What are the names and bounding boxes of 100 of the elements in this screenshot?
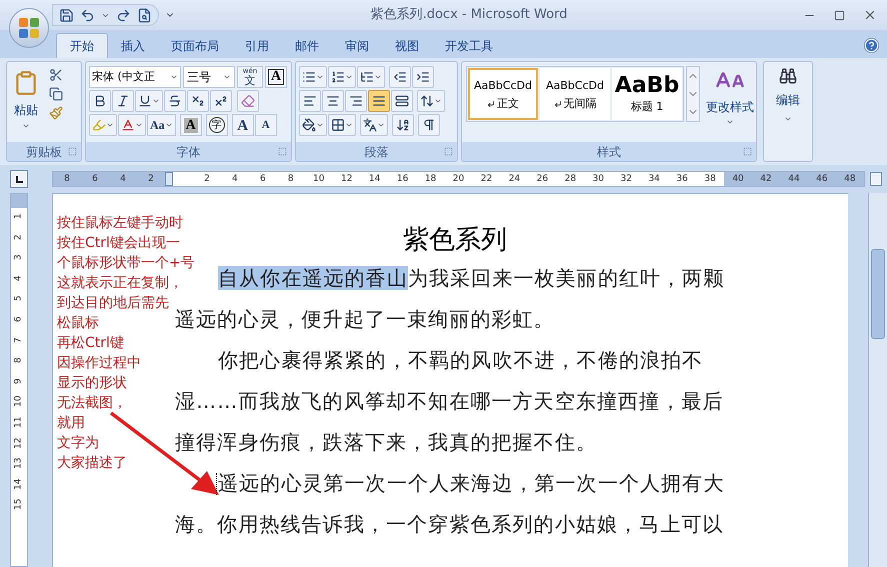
strikethrough-button[interactable] [164, 90, 186, 112]
eraser-icon [241, 94, 255, 108]
font-color-button[interactable] [118, 114, 146, 136]
help-icon[interactable] [864, 38, 879, 53]
dialog-launcher-icon[interactable] [278, 147, 287, 156]
dialog-launcher-icon[interactable] [68, 147, 77, 156]
dialog-launcher-icon[interactable] [444, 147, 453, 156]
caret-icon [22, 122, 30, 130]
enclose-characters-button[interactable]: 字 [206, 114, 228, 136]
format-painter-icon[interactable] [49, 106, 63, 120]
grow-font-button[interactable]: A [232, 114, 254, 136]
decrease-indent-button[interactable] [389, 66, 411, 88]
vertical-scrollbar[interactable] [868, 193, 887, 567]
subscript-button[interactable] [187, 90, 209, 112]
dialog-launcher-icon[interactable] [743, 147, 752, 156]
caret-icon [434, 97, 442, 105]
sort-button[interactable] [392, 114, 414, 136]
style-gallery-item[interactable]: AaBbCcDd 正文 [468, 68, 538, 120]
indent-marker[interactable] [165, 172, 173, 186]
line-spacing-button[interactable] [417, 90, 445, 112]
character-border-button[interactable]: A [265, 66, 287, 88]
caret-icon [164, 121, 173, 129]
annotation-line: 再松Ctrl键 [57, 334, 124, 353]
redo-icon[interactable] [116, 8, 131, 22]
ribbon-tab[interactable]: 审阅 [332, 33, 382, 58]
ruler-number: 32 [620, 173, 633, 186]
office-logo-icon [18, 17, 40, 39]
group-label: 段落 [364, 144, 388, 160]
numbering-button[interactable] [328, 66, 356, 88]
asian-layout-icon [363, 118, 377, 132]
ribbon-tab[interactable]: 插入 [108, 33, 158, 58]
scrollbar-thumb[interactable] [871, 249, 885, 339]
copy-icon[interactable] [49, 87, 63, 101]
subscript-icon [191, 94, 205, 108]
ribbon-tab[interactable]: 开发工具 [432, 33, 506, 58]
ruler-number: 2 [147, 173, 155, 186]
borders-button[interactable] [328, 114, 356, 136]
group-label: 字体 [176, 144, 200, 160]
ribbon-tab[interactable]: 引用 [232, 33, 282, 58]
font-name-dropdown[interactable]: 宋体 (中文正 [89, 66, 181, 88]
show-marks-button[interactable] [418, 114, 440, 136]
window-title: 紫色系列.docx - Microsoft Word [370, 6, 568, 24]
line-spacing-icon [420, 94, 434, 108]
bold-button[interactable] [89, 90, 111, 112]
ribbon-tab[interactable]: 邮件 [282, 33, 332, 58]
italic-button[interactable] [112, 90, 134, 112]
bullets-button[interactable] [299, 66, 327, 88]
alignment-button[interactable] [322, 90, 344, 112]
ruler-number: 46 [808, 172, 836, 186]
alignment-button[interactable] [299, 90, 321, 112]
alignment-button[interactable] [391, 90, 413, 112]
increase-indent-icon [416, 70, 430, 84]
close-icon[interactable] [863, 8, 877, 22]
caret-icon [170, 73, 178, 81]
view-ruler-icon[interactable] [870, 172, 882, 186]
editing-button[interactable]: 编辑 [764, 62, 812, 123]
print-preview-icon[interactable] [137, 8, 152, 22]
character-shading-button[interactable]: A [180, 114, 202, 136]
font-size-dropdown[interactable]: 三号 [183, 66, 235, 88]
undo-icon[interactable] [80, 8, 95, 22]
style-gallery-item[interactable]: AaBbCcDd 无间隔 [540, 68, 610, 120]
style-gallery-item[interactable]: AaBb 标题 1 [612, 68, 682, 120]
underline-button[interactable] [135, 90, 163, 112]
left-tab-icon [16, 176, 22, 182]
annotation-line: 文字为 [57, 434, 99, 453]
annotation-line: 按住Ctrl键会出现一 [57, 234, 180, 253]
tab-selector[interactable] [10, 170, 28, 188]
ruler-number: 18 [424, 173, 438, 186]
ruler-number: 8 [12, 356, 24, 366]
maximize-icon[interactable] [834, 10, 845, 20]
alignment-button[interactable] [368, 90, 390, 112]
document-title: 紫色系列 [402, 224, 508, 257]
cut-icon[interactable] [49, 68, 63, 82]
shading-button[interactable] [299, 114, 327, 136]
ribbon-tab[interactable]: 页面布局 [158, 33, 232, 58]
clear-formatting-button[interactable] [237, 90, 259, 112]
ribbon-tab[interactable]: 视图 [382, 33, 432, 58]
increase-indent-button[interactable] [412, 66, 434, 88]
alignment-button[interactable] [345, 90, 367, 112]
ruler-number: 8 [286, 173, 295, 186]
ruler-number: 24 [508, 173, 522, 186]
ruler-number: 6 [12, 315, 24, 324]
change-styles-button[interactable]: 更改样式 [706, 66, 754, 126]
ruler-number: 12 [12, 436, 24, 451]
ruler-number: 9 [12, 377, 24, 386]
ruler-number: 15 [12, 498, 24, 512]
italic-icon [116, 94, 130, 108]
ruler-number: 38 [703, 173, 717, 186]
multilevel-list-button[interactable] [357, 66, 385, 88]
ruler-number: 48 [836, 172, 864, 186]
change-case-button[interactable]: Aa [147, 114, 176, 136]
ribbon-tab[interactable]: 开始 [56, 33, 108, 58]
ruler-number: 28 [564, 173, 578, 186]
caret-icon [726, 118, 734, 126]
ruler-number: 12 [340, 173, 354, 186]
save-icon[interactable] [59, 8, 74, 22]
asian-layout-button[interactable] [360, 114, 388, 136]
paste-button[interactable]: 粘贴 [7, 62, 45, 142]
superscript-button[interactable] [210, 90, 232, 112]
shrink-font-button[interactable]: A [254, 114, 277, 136]
